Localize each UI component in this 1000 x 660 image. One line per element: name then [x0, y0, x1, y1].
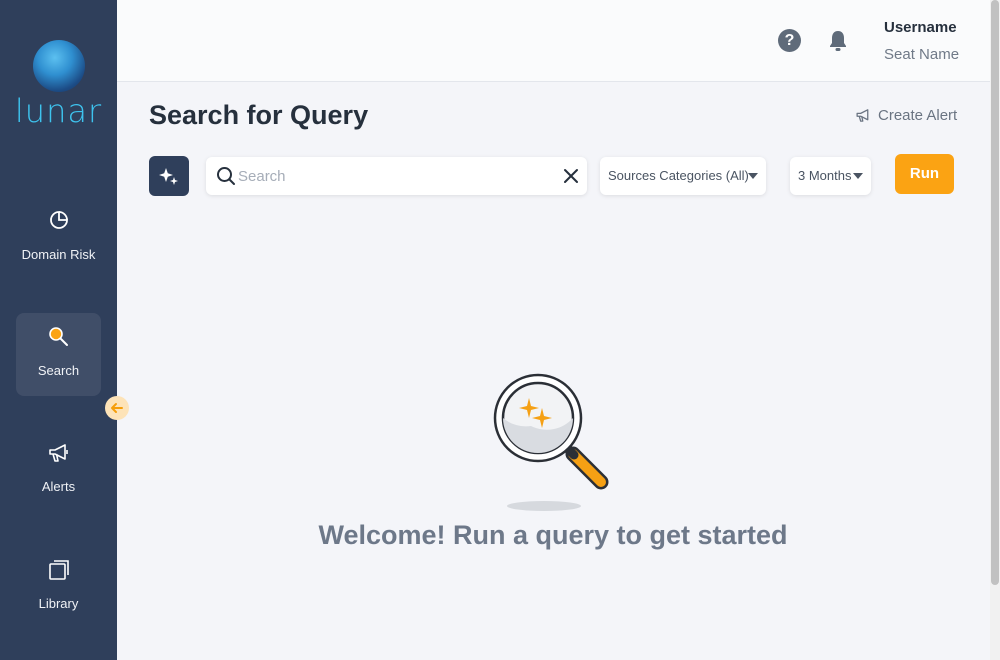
empty-state-message: Welcome! Run a query to get started — [318, 520, 788, 550]
lunar-logo[interactable]: lunar — [0, 40, 117, 128]
empty-state-illustration — [490, 370, 620, 515]
sidebar-item-label: Alerts — [41, 479, 76, 494]
search-icon — [217, 167, 235, 185]
caret-down-icon — [748, 173, 758, 179]
logo-text: lunar — [14, 92, 103, 130]
megaphone-icon — [856, 109, 869, 122]
bell-icon — [830, 31, 846, 51]
magnifier-sparkles-icon — [493, 373, 609, 511]
megaphone-icon — [48, 444, 68, 462]
search-input[interactable] — [238, 157, 558, 195]
clear-search-icon[interactable] — [563, 168, 579, 184]
arrow-left-icon — [111, 403, 123, 413]
sidebar-item-search[interactable]: Search — [16, 313, 101, 396]
sidebar-item-alerts[interactable]: Alerts — [16, 429, 101, 512]
create-alert-button[interactable]: Create Alert — [855, 107, 957, 124]
collapse-sidebar-button[interactable] — [105, 396, 129, 420]
search-icon — [48, 327, 68, 346]
sidebar-item-label: Search — [37, 363, 80, 378]
caret-down-icon — [853, 173, 863, 179]
notifications-button[interactable] — [826, 29, 850, 53]
username[interactable]: Username — [884, 19, 957, 36]
run-button[interactable]: Run — [895, 154, 954, 194]
seat-name: Seat Name — [884, 46, 960, 63]
top-bar: ? Username Seat Name — [117, 0, 990, 82]
sidebar: lunar Domain Risk Search Alerts Library — [0, 0, 117, 660]
sources-categories-value: Sources Categories (All) — [608, 168, 749, 183]
sidebar-item-library[interactable]: Library — [16, 546, 101, 629]
ai-assist-button[interactable] — [149, 156, 189, 196]
sources-categories-select[interactable]: Sources Categories (All) — [600, 157, 766, 195]
search-box — [206, 157, 587, 195]
scrollbar[interactable] — [990, 0, 1000, 660]
sidebar-item-label: Domain Risk — [21, 247, 96, 262]
question-mark-icon: ? — [784, 32, 795, 49]
scrollbar-thumb[interactable] — [991, 0, 999, 585]
pie-chart-icon — [49, 211, 68, 229]
logo-orb-icon — [32, 40, 85, 92]
create-alert-label: Create Alert — [878, 107, 958, 124]
sidebar-item-domain-risk[interactable]: Domain Risk — [16, 197, 101, 280]
help-button[interactable]: ? — [778, 29, 801, 52]
library-icon — [48, 560, 69, 580]
page-title: Search for Query — [149, 100, 369, 130]
time-period-select[interactable]: 3 Months — [790, 157, 871, 195]
sidebar-item-label: Library — [38, 596, 79, 611]
sparkles-icon — [159, 168, 178, 185]
time-period-value: 3 Months — [798, 168, 852, 183]
